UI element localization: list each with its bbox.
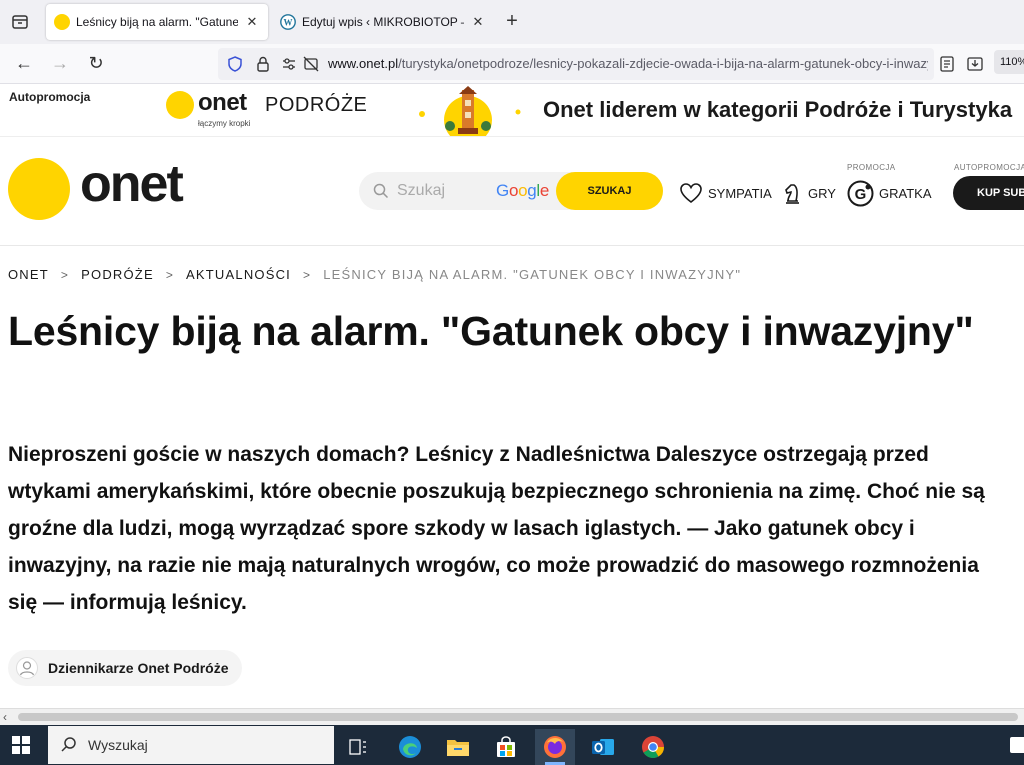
- scrollbar-thumb[interactable]: [18, 713, 1018, 721]
- edge-icon[interactable]: [390, 729, 430, 765]
- onet-dot-logo: [166, 91, 194, 119]
- tracking-protection-shield-icon[interactable]: [226, 55, 244, 73]
- windows-start-icon[interactable]: [12, 736, 30, 754]
- notification-icon[interactable]: [1010, 737, 1024, 753]
- gry-link[interactable]: GRY: [781, 182, 836, 204]
- promo-banner[interactable]: Autopromocja onet PODRÓŻE łączymy kropki…: [0, 84, 1024, 144]
- url-domain: www.onet.pl: [328, 56, 399, 71]
- file-explorer-icon[interactable]: [438, 729, 478, 765]
- search-icon: [61, 737, 76, 752]
- gry-label: GRY: [808, 185, 836, 201]
- breadcrumb-aktualnosci[interactable]: AKTUALNOŚCI: [186, 267, 291, 282]
- autopromocja-tag: AUTOPROMOCJA: [954, 163, 1024, 172]
- blocked-media-icon[interactable]: [302, 55, 320, 73]
- sympatia-link[interactable]: SYMPATIA: [679, 182, 772, 204]
- scroll-left-icon[interactable]: ‹: [3, 710, 7, 724]
- author-chip[interactable]: Dziennikarze Onet Podróże: [8, 650, 243, 686]
- tab-onet-article[interactable]: Leśnicy biją na alarm. "Gatunek ✕: [46, 4, 268, 40]
- search-icon: [373, 183, 389, 199]
- url-text[interactable]: www.onet.pl/turystyka/onetpodroze/lesnic…: [328, 56, 928, 71]
- google-logo: Google: [496, 181, 550, 200]
- breadcrumb: ONET > PODRÓŻE > AKTUALNOŚCI > LEŚNICY B…: [8, 267, 741, 282]
- zoom-level-button[interactable]: 110%: [994, 50, 1024, 74]
- onet-logo[interactable]: onet: [80, 154, 184, 214]
- lock-icon[interactable]: [254, 55, 272, 73]
- breadcrumb-onet[interactable]: ONET: [8, 267, 49, 282]
- wordpress-favicon-icon: W: [280, 14, 296, 30]
- article-lead: Nieproszeni goście w naszych domach? Leś…: [8, 443, 985, 614]
- firefox-icon[interactable]: [535, 729, 575, 765]
- outlook-icon[interactable]: [583, 729, 623, 765]
- breadcrumb-podroze[interactable]: PODRÓŻE: [81, 267, 154, 282]
- svg-text:W: W: [284, 18, 293, 28]
- promo-brand-section: PODRÓŻE: [265, 94, 368, 116]
- buy-subscription-button[interactable]: KUP SUB: [953, 176, 1024, 210]
- close-tab-icon[interactable]: ✕: [244, 14, 260, 30]
- breadcrumb-current: LEŚNICY BIJĄ NA ALARM. "GATUNEK OBCY I I…: [323, 267, 742, 282]
- forward-arrow-icon[interactable]: →: [48, 52, 72, 76]
- chevron-right-icon: >: [303, 267, 312, 282]
- reader-view-icon[interactable]: [938, 55, 956, 73]
- back-arrow-icon[interactable]: ←: [12, 52, 36, 76]
- site-header: onet Google SZUKAJ SYMPATIA GRY PROMOCJA…: [0, 138, 1024, 246]
- chess-knight-icon: [785, 184, 799, 204]
- promo-illustration: [418, 86, 526, 144]
- tab-title: Leśnicy biją na alarm. "Gatunek: [76, 15, 238, 29]
- author-name: Dziennikarze Onet Podróże: [48, 660, 229, 676]
- promocja-tag: PROMOCJA: [847, 163, 896, 172]
- windows-taskbar: Wyszukaj: [0, 725, 1024, 765]
- save-page-icon[interactable]: [966, 55, 984, 73]
- search-input[interactable]: [397, 180, 487, 202]
- tab-title: Edytuj wpis ‹ MIKROBIOTOP — W: [302, 15, 464, 29]
- svg-text:G: G: [855, 186, 867, 203]
- gratka-link[interactable]: G GRATKA: [847, 180, 932, 206]
- task-view-icon[interactable]: [338, 729, 378, 765]
- taskbar-search-placeholder: Wyszukaj: [88, 737, 148, 753]
- promo-headline: Onet liderem w kategorii Podróże i Turys…: [543, 97, 1013, 122]
- tab-list-icon[interactable]: [8, 10, 32, 34]
- article-title: Leśnicy biją na alarm. "Gatunek obcy i i…: [8, 308, 974, 354]
- chevron-right-icon: >: [165, 267, 175, 282]
- taskbar-search[interactable]: Wyszukaj: [48, 726, 334, 764]
- horizontal-scrollbar[interactable]: ‹: [0, 708, 1024, 725]
- sympatia-label: SYMPATIA: [708, 185, 772, 201]
- new-tab-icon[interactable]: +: [500, 10, 524, 34]
- chrome-icon[interactable]: [633, 729, 673, 765]
- onet-logo-dot[interactable]: [8, 158, 70, 220]
- address-bar[interactable]: www.onet.pl/turystyka/onetpodroze/lesnic…: [218, 48, 934, 80]
- permissions-icon[interactable]: [280, 55, 298, 73]
- promo-brand: onet: [198, 89, 247, 116]
- promo-label: Autopromocja: [9, 90, 91, 104]
- tab-wordpress-edit[interactable]: W Edytuj wpis ‹ MIKROBIOTOP — W ✕: [272, 4, 494, 40]
- browser-nav-bar: ← → ↻ www.onet.pl/turystyka/onetpodroze/…: [0, 44, 1024, 84]
- search-button[interactable]: SZUKAJ: [556, 172, 663, 210]
- url-path: /turystyka/onetpodroze/lesnicy-pokazali-…: [398, 56, 928, 71]
- onet-favicon-icon: [54, 14, 70, 30]
- promo-tagline: łączymy kropki: [198, 119, 251, 128]
- gratka-label: GRATKA: [879, 185, 932, 201]
- gratka-logo-icon: G: [847, 180, 874, 206]
- close-tab-icon[interactable]: ✕: [470, 14, 486, 30]
- reload-icon[interactable]: ↻: [84, 52, 108, 76]
- store-icon[interactable]: [486, 729, 526, 765]
- user-avatar-icon: [16, 657, 38, 679]
- heart-icon: [680, 183, 702, 204]
- search-box: Google SZUKAJ: [359, 172, 663, 210]
- web-page: Autopromocja onet PODRÓŻE łączymy kropki…: [0, 84, 1024, 708]
- chevron-right-icon: >: [60, 267, 70, 282]
- browser-tab-bar: Leśnicy biją na alarm. "Gatunek ✕ W Edyt…: [0, 0, 1024, 44]
